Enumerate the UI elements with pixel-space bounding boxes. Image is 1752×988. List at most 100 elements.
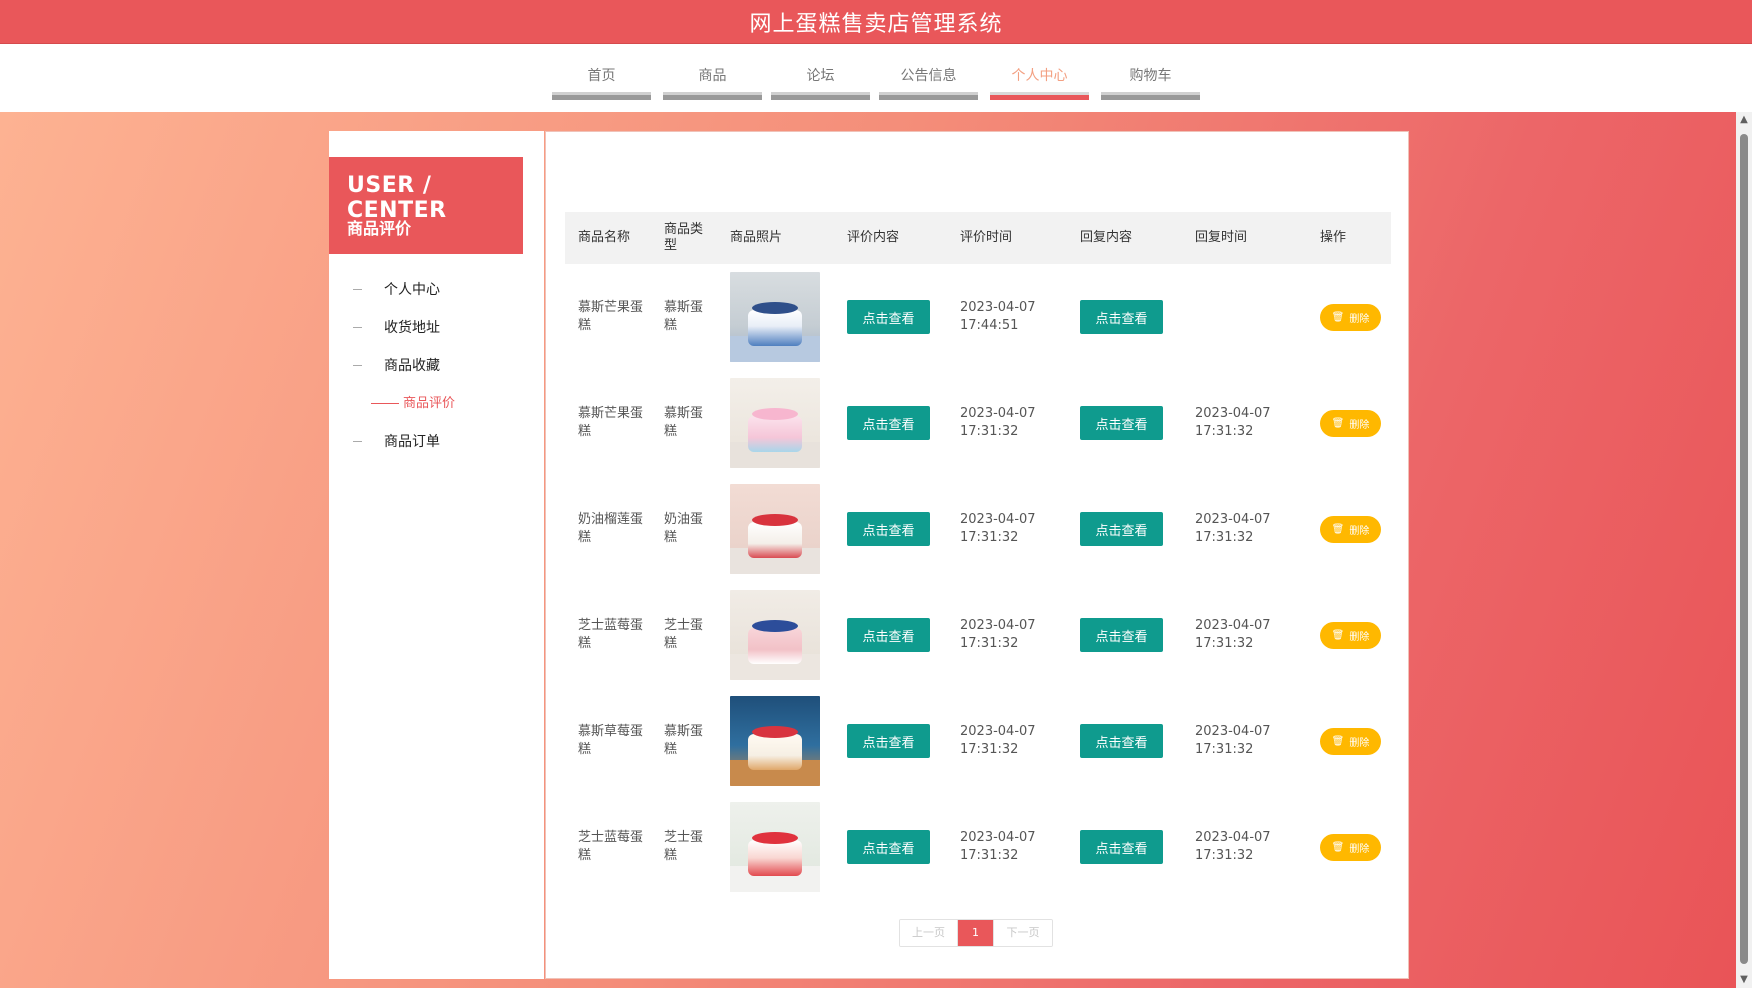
next-page-button[interactable]: 下一页: [993, 920, 1052, 946]
view-review-button[interactable]: 点击查看: [847, 830, 930, 864]
view-reply-button[interactable]: 点击查看: [1080, 300, 1163, 334]
sidebar-item-reviews[interactable]: 商品评价: [329, 385, 544, 423]
delete-label: 删除: [1349, 737, 1370, 749]
delete-button[interactable]: 🗑 删除: [1320, 621, 1381, 649]
reply-date: 2023-04-07: [1195, 406, 1271, 421]
trash-icon: 🗑: [1331, 841, 1345, 853]
review-date: 2023-04-07: [960, 618, 1036, 633]
user-center-banner: USER / CENTER 商品评价: [329, 157, 523, 254]
review-time: 2023-04-07 17:31:32: [960, 370, 1060, 476]
reply-cell: 点击查看: [1080, 794, 1170, 900]
vertical-scrollbar[interactable]: ▲ ▼: [1736, 112, 1752, 988]
delete-label: 删除: [1349, 631, 1370, 643]
header-product-type: 商品类型: [664, 222, 704, 253]
review-cell: 点击查看: [847, 370, 937, 476]
sidebar-item-label: 商品订单: [384, 434, 440, 450]
actions-cell: 🗑 删除: [1320, 688, 1390, 794]
view-review-button[interactable]: 点击查看: [847, 512, 930, 546]
sidebar-item-label: 收货地址: [384, 320, 440, 336]
prev-page-button[interactable]: 上一页: [900, 920, 958, 946]
view-review-button[interactable]: 点击查看: [847, 406, 930, 440]
sidebar-item-favorites[interactable]: 商品收藏: [329, 347, 544, 385]
product-name: 慕斯芒果蛋糕: [578, 300, 644, 333]
view-reply-button[interactable]: 点击查看: [1080, 406, 1163, 440]
product-type: 奶油蛋糕: [664, 512, 704, 545]
delete-button[interactable]: 🗑 删除: [1320, 833, 1381, 861]
view-review-button[interactable]: 点击查看: [847, 618, 930, 652]
reply-time: 2023-04-07 17:31:32: [1195, 794, 1295, 900]
trash-icon: 🗑: [1331, 311, 1345, 323]
view-reply-button[interactable]: 点击查看: [1080, 618, 1163, 652]
sidebar-menu: 个人中心 收货地址 商品收藏 商品评价 商品订单: [329, 271, 544, 461]
product-type: 芝士蛋糕: [664, 830, 704, 863]
sidebar-item-profile[interactable]: 个人中心: [329, 271, 544, 309]
view-reply-button[interactable]: 点击查看: [1080, 724, 1163, 758]
sidebar-item-label: 商品评价: [403, 396, 456, 411]
header-product-name: 商品名称: [578, 230, 631, 245]
review-date: 2023-04-07: [960, 300, 1036, 315]
header-review-content: 评价内容: [847, 230, 900, 245]
reply-clock: 17:31:32: [1195, 636, 1254, 651]
app-header: 网上蛋糕售卖店管理系统: [0, 0, 1752, 44]
dash-icon: [353, 327, 362, 328]
actions-cell: 🗑 删除: [1320, 582, 1390, 688]
header-actions: 操作: [1320, 230, 1347, 245]
app-title: 网上蛋糕售卖店管理系统: [749, 11, 1003, 37]
reply-cell: 点击查看: [1080, 264, 1170, 370]
delete-label: 删除: [1349, 419, 1370, 431]
scroll-up-arrow-icon[interactable]: ▲: [1736, 112, 1752, 128]
view-reply-button[interactable]: 点击查看: [1080, 512, 1163, 546]
reply-time: [1195, 264, 1295, 370]
delete-button[interactable]: 🗑 删除: [1320, 515, 1381, 543]
user-center-subheading: 商品评价: [347, 219, 412, 238]
strawberry-slice-cake-photo: [730, 802, 820, 892]
review-clock: 17:31:32: [960, 742, 1019, 757]
actions-cell: 🗑 删除: [1320, 794, 1390, 900]
sidebar-item-orders[interactable]: 商品订单: [329, 423, 544, 461]
scroll-thumb[interactable]: [1740, 134, 1748, 964]
sidebar-item-address[interactable]: 收货地址: [329, 309, 544, 347]
scroll-down-arrow-icon[interactable]: ▼: [1736, 972, 1752, 988]
trash-icon: 🗑: [1331, 735, 1345, 747]
reply-time: 2023-04-07 17:31:32: [1195, 370, 1295, 476]
view-reply-button[interactable]: 点击查看: [1080, 830, 1163, 864]
product-type: 慕斯蛋糕: [664, 300, 704, 333]
review-cell: 点击查看: [847, 688, 937, 794]
sidebar-item-label: 商品收藏: [384, 358, 440, 374]
delete-button[interactable]: 🗑 删除: [1320, 409, 1381, 437]
nav-label: 商品: [698, 68, 727, 84]
delete-button[interactable]: 🗑 删除: [1320, 303, 1381, 331]
reply-time: 2023-04-07 17:31:32: [1195, 688, 1295, 794]
table-header: 商品名称 商品类型 商品照片 评价内容 评价时间 回复内容 回复时间 操作: [565, 212, 1391, 264]
table-row: 奶油榴莲蛋糕 奶油蛋糕 点击查看 2023-04-07 17:31:32 点击查看…: [565, 476, 1391, 582]
review-time: 2023-04-07 17:31:32: [960, 688, 1060, 794]
actions-cell: 🗑 删除: [1320, 264, 1390, 370]
view-review-button[interactable]: 点击查看: [847, 724, 930, 758]
product-name: 慕斯草莓蛋糕: [578, 724, 644, 757]
blue-heart-cake-photo: [730, 590, 820, 680]
product-name: 芝士蓝莓蛋糕: [578, 618, 644, 651]
reply-time: 2023-04-07 17:31:32: [1195, 476, 1295, 582]
sidebar-item-label: 个人中心: [384, 282, 440, 298]
reply-date: 2023-04-07: [1195, 724, 1271, 739]
product-type: 慕斯蛋糕: [664, 724, 704, 757]
reply-date: 2023-04-07: [1195, 618, 1271, 633]
nav-underline: [1101, 92, 1200, 100]
table-row: 慕斯芒果蛋糕 慕斯蛋糕 点击查看 2023-04-07 17:44:51 点击查看…: [565, 264, 1391, 370]
table-row: 芝士蓝莓蛋糕 芝士蛋糕 点击查看 2023-04-07 17:31:32 点击查看…: [565, 582, 1391, 688]
review-date: 2023-04-07: [960, 724, 1036, 739]
product-photo: [730, 582, 820, 688]
actions-cell: 🗑 删除: [1320, 476, 1390, 582]
reply-cell: 点击查看: [1080, 688, 1170, 794]
review-cell: 点击查看: [847, 582, 937, 688]
current-page-button[interactable]: 1: [958, 920, 993, 946]
review-time: 2023-04-07 17:31:32: [960, 476, 1060, 582]
reply-cell: 点击查看: [1080, 476, 1170, 582]
view-review-button[interactable]: 点击查看: [847, 300, 930, 334]
red-heart-cake-photo: [730, 696, 820, 786]
delete-button[interactable]: 🗑 删除: [1320, 727, 1381, 755]
trash-icon: 🗑: [1331, 629, 1345, 641]
dash-icon: [371, 403, 399, 404]
review-cell: 点击查看: [847, 794, 937, 900]
nav-label: 公告信息: [900, 68, 957, 84]
